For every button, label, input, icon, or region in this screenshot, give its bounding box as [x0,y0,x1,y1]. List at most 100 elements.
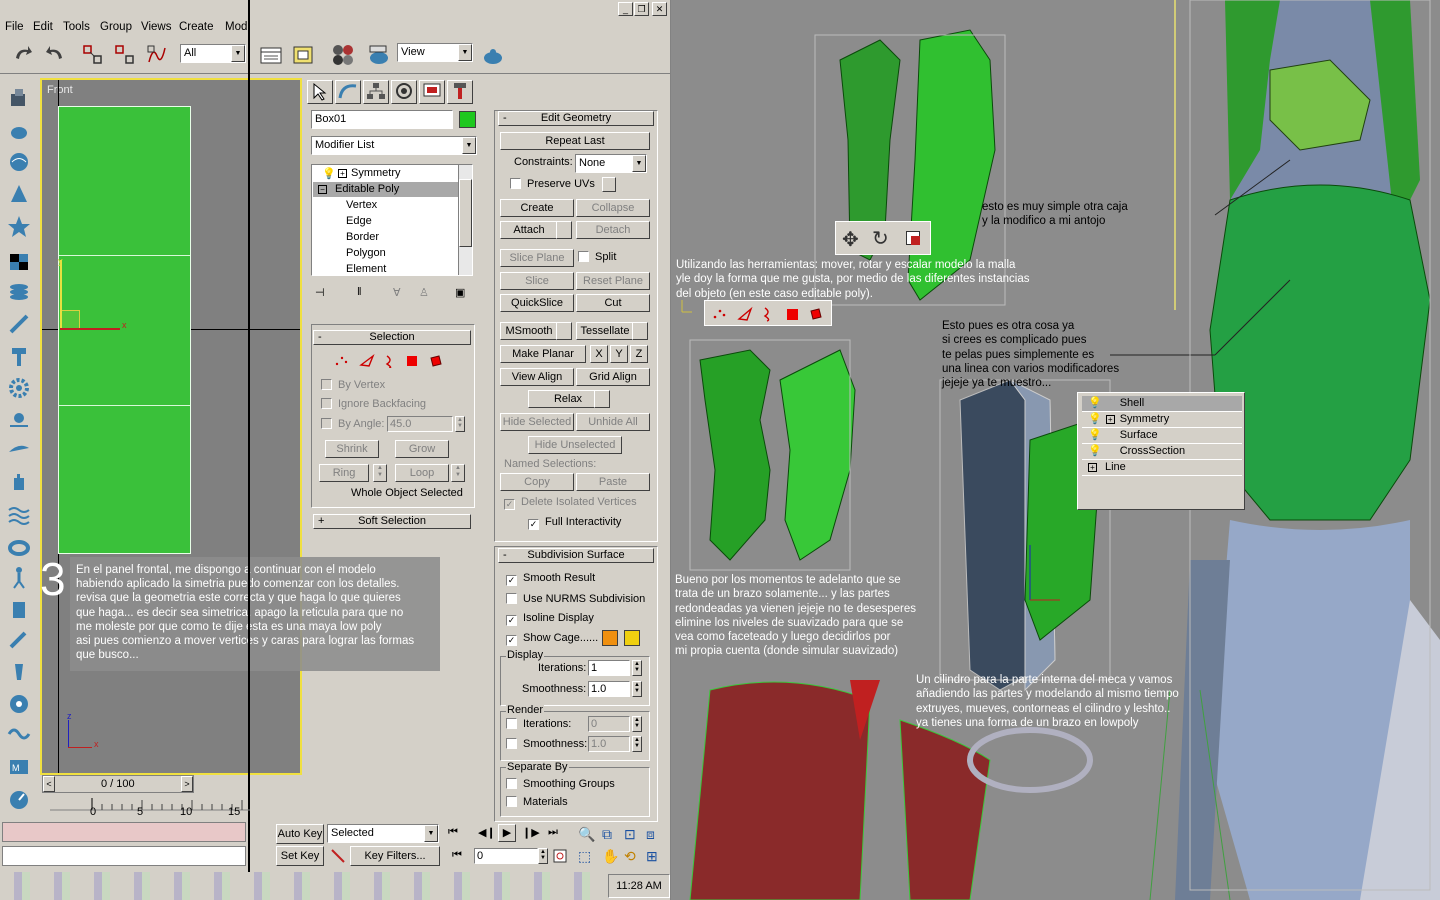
pan-icon[interactable]: ✋ [602,848,619,865]
render-iterations-arrows[interactable]: ▲ ▼ [632,716,642,732]
use-nurms-checkbox[interactable]: Use NURMS Subdivision [506,593,645,605]
viewport-label[interactable]: Front [47,84,73,96]
cone-icon[interactable] [6,182,32,206]
popup-item-symmetry[interactable]: 💡 + Symmetry [1082,412,1242,428]
tab-display-icon[interactable] [419,80,445,104]
quickslice-button[interactable]: QuickSlice [500,294,574,312]
create-geometry-icon[interactable] [6,86,32,110]
popup-item-crosssection[interactable]: 💡 CrossSection [1082,444,1242,460]
checker-icon[interactable] [6,250,32,274]
stack-item-editable-poly[interactable]: − Editable Poly [313,182,459,197]
wave-icon[interactable] [6,502,32,526]
grid-align-button[interactable]: Grid Align [576,368,650,386]
teapot-icon[interactable] [6,118,32,142]
layers-icon[interactable] [6,280,32,304]
ignore-backfacing-checkbox[interactable]: Ignore Backfacing [321,398,426,410]
render-smoothness-spinner[interactable]: 1.0 [588,736,630,752]
msmooth-button[interactable]: MSmooth [500,322,558,340]
iterations-spinner[interactable]: 1 [588,660,630,676]
quick-render-icon[interactable] [480,42,506,68]
hide-selected-button[interactable]: Hide Selected [500,413,574,431]
shrink-button[interactable]: Shrink [325,440,379,458]
render-iterations-checkbox[interactable]: Iterations: [506,718,571,730]
hammer-icon[interactable] [6,344,32,368]
paste-button[interactable]: Paste [576,473,650,491]
track-bar[interactable]: 0 5 10 15 [50,796,300,820]
fan-icon[interactable] [6,692,32,716]
time-slider-prev[interactable]: < [43,776,55,792]
grow-button[interactable]: Grow [395,440,449,458]
transform-gizmo[interactable] [60,310,80,330]
tab-motion-icon[interactable] [391,80,417,104]
copy-button[interactable]: Copy [500,473,574,491]
make-unique-icon[interactable]: ∀ [393,286,401,299]
popup-item-shell[interactable]: 💡 Shell [1082,396,1242,412]
popup-item-line[interactable]: + Line [1082,460,1242,476]
hide-unselected-button[interactable]: Hide Unselected [528,436,622,454]
maximize-button[interactable]: ❐ [634,2,649,16]
maxscript-listener-white[interactable] [2,846,246,866]
menu-tools[interactable]: Tools [63,21,90,33]
create-button[interactable]: Create [500,199,574,217]
menu-create[interactable]: Create [179,21,214,33]
tab-modify-icon[interactable] [335,80,361,104]
bulb-icon[interactable]: 💡 [322,167,336,180]
attach-button[interactable]: Attach [500,221,558,239]
figure-icon[interactable] [6,660,32,684]
show-cage-checkbox[interactable]: ✓ Show Cage...... [506,632,598,646]
view-align-button[interactable]: View Align [500,368,574,386]
stack-item-element[interactable]: Element [346,263,386,275]
cage-color-swatch-2[interactable] [624,630,640,646]
move-icon[interactable]: ✥ [842,227,859,252]
msmooth-settings-button[interactable] [556,322,572,340]
popup-item-surface[interactable]: 💡 Surface [1082,428,1242,444]
taskbar-items[interactable] [0,872,608,900]
reset-plane-button[interactable]: Reset Plane [576,272,650,290]
subdivision-header[interactable]: - Subdivision Surface [498,548,654,563]
delete-isolated-checkbox[interactable]: ✓ Delete Isolated Vertices [504,496,637,510]
menu-edit[interactable]: Edit [33,21,53,33]
reference-coord-dropdown[interactable]: View ▼ [397,43,473,62]
biped-icon[interactable] [6,566,32,590]
key-mode-dropdown[interactable]: Selected ▼ [327,824,439,843]
bird-icon[interactable] [6,438,32,462]
minimize-button[interactable]: _ [618,2,633,16]
configure-sets-icon[interactable]: ▣ [455,286,465,299]
compass-icon[interactable] [6,788,32,812]
slice-plane-button[interactable]: Slice Plane [500,249,574,267]
tab-hierarchy-icon[interactable] [363,80,389,104]
star-icon[interactable] [6,214,32,238]
show-end-result-icon[interactable]: ‖ [357,286,362,298]
menu-file[interactable]: File [5,21,24,33]
unlink-icon[interactable] [112,42,138,68]
time-slider[interactable]: < 0 / 100 > [42,775,194,793]
rotate-icon[interactable]: ↻ [872,226,889,251]
maximize-viewport-icon[interactable]: ⊞ [646,848,658,865]
pin-stack-icon[interactable]: ⊣ [315,286,325,299]
gear-icon[interactable] [6,376,32,400]
edit-geometry-header[interactable]: - Edit Geometry [498,111,654,126]
by-vertex-checkbox[interactable]: By Vertex [321,379,385,391]
remove-modifier-icon[interactable]: ♙ [419,286,429,299]
loop-button[interactable]: Loop [395,464,449,482]
maxscript-icon[interactable]: M [6,756,32,780]
sphere-icon[interactable] [6,150,32,174]
cylinder-icon[interactable] [6,598,32,622]
wrench-icon[interactable] [6,628,32,652]
smoothness-spinner[interactable]: 1.0 [588,681,630,697]
region-zoom-icon[interactable]: ⬚ [578,848,591,865]
play-icon[interactable]: ▶ [498,824,516,842]
smoothing-groups-checkbox[interactable]: Smoothing Groups [506,778,615,790]
ring-spinner[interactable]: ▲ ▼ [373,464,387,482]
next-frame-icon[interactable]: ❙▶ [522,826,540,839]
zoom-extents-icon[interactable]: ⊡ [624,826,636,843]
gizmo-x-axis[interactable] [60,328,120,330]
detach-button[interactable]: Detach [576,221,650,239]
selection-filter-dropdown[interactable]: All ▼ [180,44,246,63]
window-crossing-icon[interactable] [290,42,316,68]
time-slider-next[interactable]: > [181,776,193,792]
iterations-arrows[interactable]: ▲ ▼ [632,660,642,676]
isoline-display-checkbox[interactable]: ✓ Isoline Display [506,612,594,626]
time-config-icon[interactable] [552,848,570,864]
modifier-list-dropdown[interactable]: Modifier List ▼ [311,136,477,155]
